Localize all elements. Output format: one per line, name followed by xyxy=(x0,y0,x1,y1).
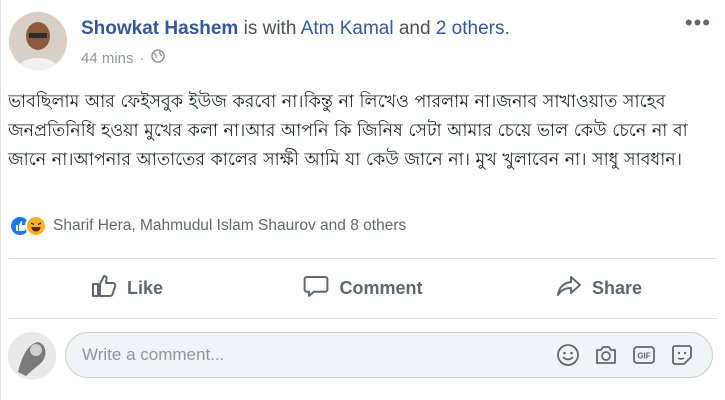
haha-reaction-icon xyxy=(25,215,47,237)
globe-icon[interactable] xyxy=(150,49,165,67)
meta-separator: · xyxy=(139,49,145,67)
gif-icon[interactable]: GIF xyxy=(632,343,656,372)
current-user-avatar[interactable] xyxy=(8,332,56,380)
comment-label: Comment xyxy=(339,277,423,298)
post-card: Showkat Hashem is with Atm Kamal and 2 o… xyxy=(0,0,725,400)
like-label: Like xyxy=(126,277,164,298)
svg-text:GIF: GIF xyxy=(637,352,650,361)
post-meta: 44 mins · xyxy=(81,49,165,67)
and-text: and xyxy=(398,18,431,39)
comment-input[interactable]: Write a comment... GIF xyxy=(65,332,713,378)
tagged-others-link[interactable]: 2 others. xyxy=(436,18,510,39)
share-label: Share xyxy=(591,277,643,298)
divider-top xyxy=(9,258,717,259)
post-header: Showkat Hashem is with Atm Kamal and 2 o… xyxy=(81,18,510,40)
author-avatar[interactable] xyxy=(9,12,67,70)
camera-icon[interactable] xyxy=(594,343,618,372)
tagged-user-link[interactable]: Atm Kamal xyxy=(301,18,394,39)
comment-composer: Write a comment... GIF xyxy=(1,322,725,400)
more-options-icon[interactable]: ••• xyxy=(685,12,711,34)
share-arrow-icon xyxy=(556,274,582,303)
sticker-icon[interactable] xyxy=(670,343,694,372)
comment-bubble-icon xyxy=(303,274,329,303)
reactions-bar[interactable]: Sharif Hera, Mahmudul Islam Shaurov and … xyxy=(9,215,406,237)
with-text: is with xyxy=(243,18,297,39)
emoji-icon[interactable] xyxy=(556,343,580,372)
post-body-text: ভাবছিলাম আর ফেইসবুক ইউজ করবো না।কিন্তু ন… xyxy=(8,92,688,170)
post-timestamp[interactable]: 44 mins xyxy=(81,50,134,67)
comment-button[interactable]: Comment xyxy=(245,262,481,314)
share-button[interactable]: Share xyxy=(481,262,717,314)
like-button[interactable]: Like xyxy=(9,262,245,314)
reaction-summary-text[interactable]: Sharif Hera, Mahmudul Islam Shaurov and … xyxy=(53,217,406,235)
divider-bottom xyxy=(9,318,717,319)
thumbs-up-icon xyxy=(91,274,117,303)
comment-placeholder: Write a comment... xyxy=(82,345,225,364)
author-name-link[interactable]: Showkat Hashem xyxy=(81,18,238,39)
action-bar: Like Comment Share xyxy=(9,262,717,314)
